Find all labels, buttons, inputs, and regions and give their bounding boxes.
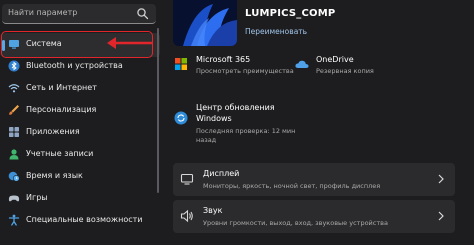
display-icon	[180, 173, 194, 185]
rename-link[interactable]: Переименовать	[245, 27, 307, 36]
speaker-icon	[180, 209, 193, 223]
card-title: Звук	[203, 206, 223, 215]
bluetooth-icon	[8, 60, 20, 72]
accessibility-icon	[8, 214, 20, 226]
cloud-icon	[295, 60, 309, 68]
tile-title-line2: Windows	[196, 114, 232, 123]
arrow-left-icon	[107, 37, 153, 49]
sidebar-scrollbar[interactable]	[157, 28, 159, 193]
onedrive-tile[interactable]: OneDrive Резервная копия	[295, 54, 415, 80]
sidebar-item-personalization[interactable]: Персонализация	[0, 99, 160, 123]
sidebar-item-label: Время и язык	[26, 171, 83, 180]
tile-subtitle: Последняя проверка: 12 мин	[196, 127, 296, 135]
brush-icon	[9, 105, 19, 115]
tile-title: Microsoft 365	[196, 55, 251, 64]
tile-subtitle: Резервная копия	[316, 67, 374, 75]
wifi-icon	[8, 84, 20, 93]
sidebar-item-gaming[interactable]: Игры	[0, 187, 160, 211]
sidebar-item-network[interactable]: Сеть и Интернет	[0, 77, 160, 101]
sound-card[interactable]: Звук Уровни громкости, выход, вход, звук…	[173, 200, 455, 233]
sidebar-item-label: Игры	[26, 193, 48, 202]
sidebar-item-label: Персонализация	[26, 105, 97, 114]
windows-update-tile[interactable]: Центр обновления Windows Последняя прове…	[173, 103, 303, 144]
sidebar-item-label: Сеть и Интернет	[26, 83, 97, 92]
sidebar-item-bluetooth[interactable]: Bluetooth и устройства	[0, 55, 160, 79]
windows-bloom-image	[173, 0, 237, 46]
search-placeholder: Найти параметр	[8, 8, 78, 17]
sidebar-item-label: Bluetooth и устройства	[26, 61, 123, 70]
search-box[interactable]: Найти параметр	[2, 4, 156, 24]
gamepad-icon	[8, 195, 20, 202]
tile-title: Центр обновления	[196, 103, 275, 112]
microsoft-logo-icon	[175, 58, 187, 70]
update-icon	[174, 111, 188, 125]
sidebar-item-accounts[interactable]: Учетные записи	[0, 143, 160, 167]
sidebar-item-label: Приложения	[26, 127, 80, 136]
card-subtitle: Мониторы, яркость, ночной свет, профиль …	[203, 182, 381, 190]
avatar[interactable]	[173, 0, 237, 46]
sidebar-item-apps[interactable]: Приложения	[0, 121, 160, 145]
sidebar-item-accessibility[interactable]: Специальные возможности	[0, 209, 160, 233]
tile-subtitle: Просмотреть преимущества	[196, 67, 294, 75]
chevron-right-icon	[438, 211, 444, 221]
sidebar-item-label: Специальные возможности	[26, 215, 143, 224]
apps-icon	[9, 127, 19, 137]
sidebar-item-time-language[interactable]: Время и язык	[0, 165, 160, 189]
microsoft365-tile[interactable]: Microsoft 365 Просмотреть преимущества	[173, 54, 294, 80]
chevron-right-icon	[438, 174, 444, 184]
device-name: LUMPICS_COMP	[245, 8, 336, 19]
search-icon[interactable]	[136, 7, 150, 21]
tile-subtitle-line2: назад	[196, 136, 217, 144]
card-title: Дисплей	[203, 169, 240, 178]
sidebar-item-label: Учетные записи	[26, 149, 94, 158]
clock-globe-icon	[8, 171, 20, 182]
display-card[interactable]: Дисплей Мониторы, яркость, ночной свет, …	[173, 163, 455, 196]
card-subtitle: Уровни громкости, выход, вход, звуковые …	[203, 219, 388, 227]
user-icon	[9, 149, 19, 160]
tile-title: OneDrive	[316, 55, 354, 64]
